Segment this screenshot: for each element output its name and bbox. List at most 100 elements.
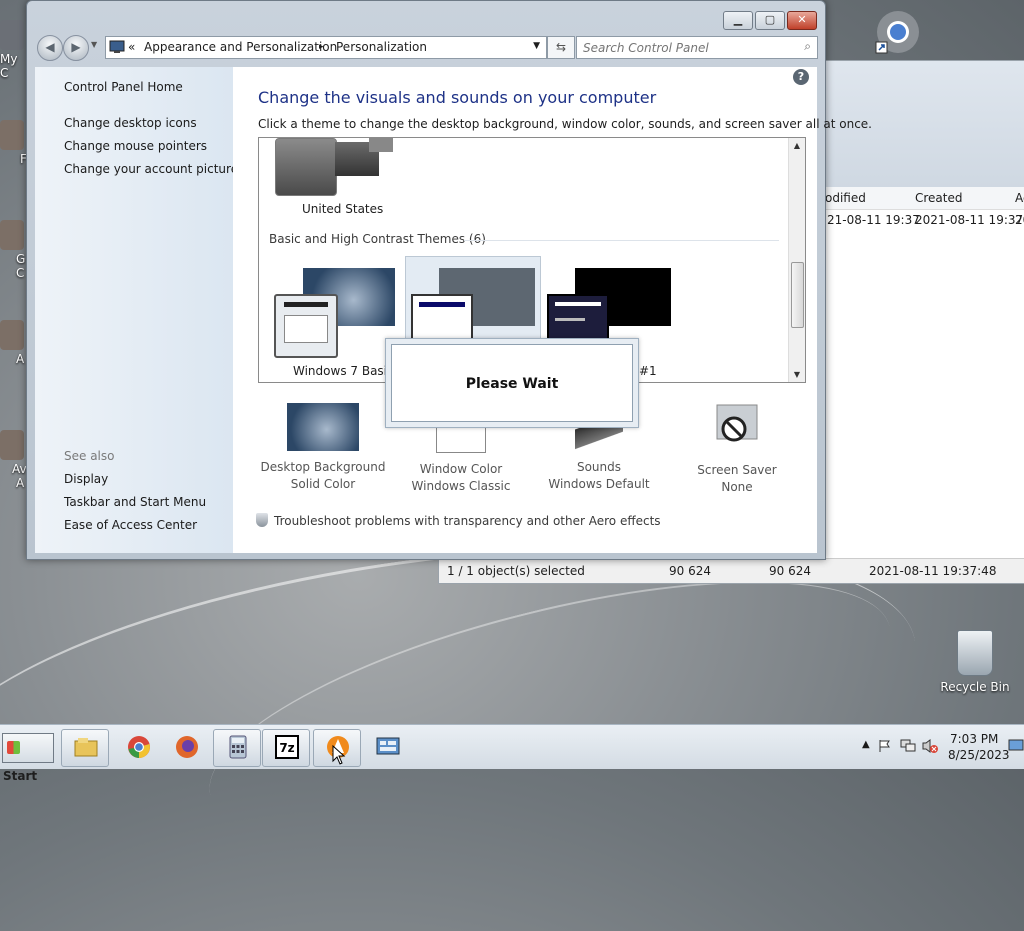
recent-pages-dropdown-icon[interactable]: ▼ [91, 40, 97, 49]
theme-name: United States [302, 202, 384, 216]
taskbar-calculator[interactable] [213, 729, 261, 767]
recycle-bin[interactable]: Recycle Bin [940, 630, 1010, 694]
back-button[interactable]: ◀ [37, 35, 63, 61]
desktop-icon-partial[interactable]: Av A [0, 430, 28, 490]
start-button[interactable]: Start [2, 733, 54, 783]
taskbar-start-menu-link[interactable]: Taskbar and Start Menu [64, 495, 206, 509]
back-arrow-icon: ◀ [45, 40, 55, 54]
please-wait-message: Please Wait [465, 376, 559, 392]
status-size: 90 624 [669, 564, 711, 578]
file-manager-statusbar: 1 / 1 object(s) selected 90 624 90 624 2… [439, 558, 1024, 583]
recycle-bin-label: Recycle Bin [940, 680, 1010, 694]
theme-list-scrollbar[interactable]: ▲ ▼ [788, 138, 805, 382]
desktop-background-setting[interactable]: Desktop Background Solid Color [253, 403, 393, 491]
calculator-icon [229, 735, 247, 759]
desktop-icon-partial[interactable]: F [0, 120, 28, 166]
setting-value: Windows Default [548, 477, 650, 491]
close-button[interactable]: ✕ [787, 11, 817, 30]
setting-value: Solid Color [290, 477, 356, 491]
setting-label: Sounds [576, 460, 622, 474]
theme-window-preview [411, 294, 473, 342]
theme-name: Windows 7 Basic [293, 364, 394, 378]
taskbar-control-panel[interactable] [363, 729, 411, 767]
taskbar-explorer[interactable] [61, 729, 109, 767]
column-modified[interactable]: odified [825, 191, 866, 205]
control-panel-window[interactable]: ▁ ▢ ✕ ◀ ▶ ▼ « Appearance and Personaliza… [26, 0, 872, 560]
chrome-shortcut-icon[interactable] [874, 10, 920, 56]
display-link[interactable]: Display [64, 472, 108, 486]
change-account-picture-link[interactable]: Change your account picture [64, 162, 238, 176]
minimize-button[interactable]: ▁ [723, 11, 753, 30]
refresh-button[interactable]: ⇆ [547, 36, 575, 59]
taskbar-firefox[interactable] [162, 729, 210, 767]
system-tray: ▲ 7:03 PM 8/25/2023 [852, 725, 1024, 769]
taskbar: Start 7z ▲ 7:03 PM 8/25/2023 [0, 724, 1024, 783]
setting-label: Window Color [419, 462, 503, 476]
scroll-up-icon[interactable]: ▲ [789, 141, 805, 150]
change-mouse-pointers-link[interactable]: Change mouse pointers [64, 139, 207, 153]
desktop-background-icon [287, 403, 359, 451]
windows-logo-icon [7, 741, 20, 754]
breadcrumb-separator[interactable]: ▸ [319, 42, 324, 52]
theme-group-header: Basic and High Contrast Themes (6) [269, 232, 486, 246]
change-desktop-icons-link[interactable]: Change desktop icons [64, 116, 197, 130]
address-dropdown-icon[interactable]: ▼ [533, 41, 540, 51]
clock-time[interactable]: 7:03 PM [950, 732, 998, 746]
setting-label: Screen Saver [697, 463, 777, 477]
refresh-icon: ⇆ [555, 40, 567, 54]
breadcrumb-overflow[interactable]: « [128, 40, 135, 54]
network-icon[interactable] [900, 739, 916, 753]
minimize-icon: ▁ [733, 13, 743, 26]
firefox-icon [176, 736, 198, 758]
cell-modified: 21-08-11 19:37 [827, 213, 920, 227]
ease-of-access-link[interactable]: Ease of Access Center [64, 518, 197, 532]
column-created[interactable]: Created [915, 191, 963, 205]
action-center-flag-icon[interactable] [878, 739, 892, 753]
clock-date[interactable]: 8/25/2023 [948, 748, 1010, 762]
desktop-icon-partial[interactable]: My C [0, 20, 28, 80]
address-bar[interactable]: « Appearance and Personalization ▸ Perso… [105, 36, 547, 59]
forward-button[interactable]: ▶ [63, 35, 89, 61]
screen-saver-icon [716, 404, 758, 442]
navigation-bar: ◀ ▶ ▼ « Appearance and Personalization ▸… [35, 35, 818, 61]
taskbar-7zip[interactable]: 7z [262, 729, 310, 767]
control-panel-icon [109, 40, 125, 53]
maximize-button[interactable]: ▢ [755, 11, 785, 30]
search-box[interactable]: ⌕ [576, 36, 818, 59]
desktop-icon-label: A [16, 352, 25, 366]
see-also-heading: See also [64, 449, 115, 463]
screen-saver-setting[interactable]: Screen Saver None [667, 403, 807, 494]
scroll-thumb[interactable] [791, 262, 804, 328]
control-panel-icon [376, 737, 400, 755]
cell-accessed: 20 [1015, 213, 1024, 227]
desktop-icon-partial[interactable]: GC [0, 220, 28, 280]
shield-icon [256, 513, 268, 527]
breadcrumb-personalization[interactable]: Personalization [336, 40, 427, 54]
troubleshoot-text: Troubleshoot problems with transparency … [274, 514, 661, 528]
breadcrumb-appearance[interactable]: Appearance and Personalization [144, 40, 337, 54]
show-desktop-icon[interactable] [1008, 739, 1024, 753]
theme-name: #1 [639, 364, 657, 378]
control-panel-home-link[interactable]: Control Panel Home [64, 80, 183, 94]
close-icon: ✕ [797, 13, 807, 26]
desktop-icon-partial[interactable]: A [0, 320, 28, 366]
scroll-down-icon[interactable]: ▼ [789, 370, 805, 379]
search-input[interactable] [577, 37, 790, 58]
folder-icon [74, 738, 98, 757]
status-date: 2021-08-11 19:37:48 [869, 564, 997, 578]
show-hidden-icons[interactable]: ▲ [862, 739, 870, 750]
search-icon[interactable]: ⌕ [804, 39, 811, 54]
start-label: Start [3, 769, 38, 783]
divider [464, 240, 779, 241]
status-selected: 1 / 1 object(s) selected [447, 564, 585, 578]
setting-value: None [721, 480, 753, 494]
volume-muted-icon[interactable] [922, 738, 938, 754]
theme-thumbnail [369, 138, 393, 152]
taskbar-chrome[interactable] [114, 729, 162, 767]
help-icon[interactable]: ? [793, 69, 809, 85]
svg-text:7z: 7z [279, 741, 294, 755]
troubleshoot-link[interactable]: Troubleshoot problems with transparency … [256, 513, 661, 528]
control-panel-content: Control Panel Home Change desktop icons … [35, 67, 872, 553]
column-accessed[interactable]: Ac [1015, 191, 1024, 205]
maximize-icon: ▢ [764, 13, 776, 26]
